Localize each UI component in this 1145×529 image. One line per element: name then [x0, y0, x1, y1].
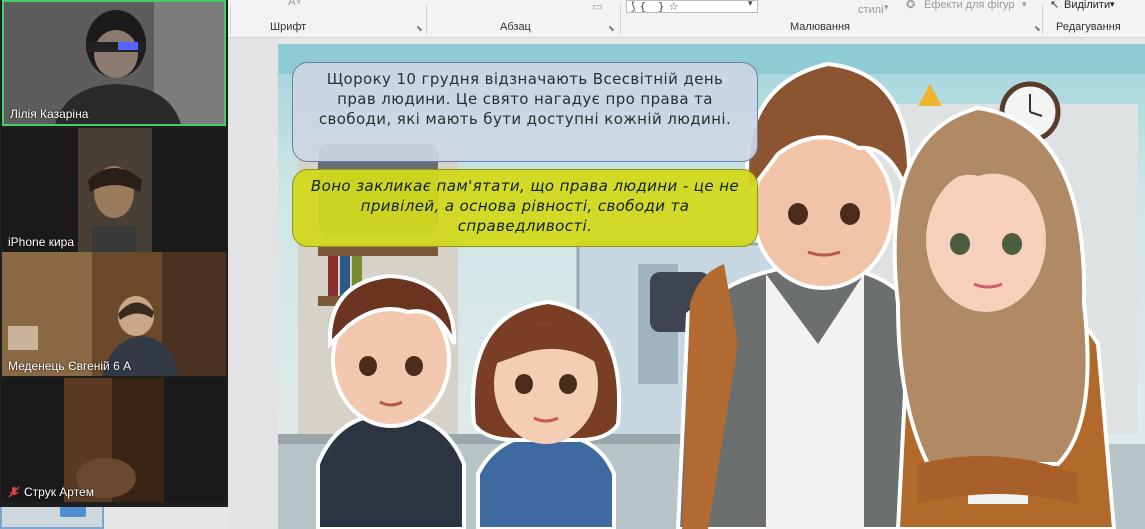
ribbon-separator	[1042, 4, 1043, 34]
participant-tile[interactable]: Лілія Казаріна	[2, 0, 226, 126]
participant-name: iPhone кира	[8, 235, 74, 249]
cursor-icon: ↖	[1050, 0, 1060, 11]
gallery-scroll-icon[interactable]: ▾	[748, 0, 753, 9]
info-callout-1[interactable]: Щороку 10 грудня відзначають Всесвітній …	[292, 62, 758, 162]
shape-effects-dropdown-icon[interactable]: ▾	[1022, 0, 1027, 10]
participant-video	[2, 378, 226, 502]
arrange-icon[interactable]: ▭	[592, 0, 602, 13]
drawing-dialog-launcher-icon[interactable]: ⬊	[1034, 24, 1041, 33]
muted-microphone-icon	[8, 486, 20, 498]
select-button[interactable]: Виділити	[1064, 0, 1110, 11]
select-dropdown-icon[interactable]: ▾	[1110, 0, 1115, 10]
participant-tile[interactable]: Струк Артем	[2, 378, 226, 502]
shape-effects-icon: ✪	[906, 0, 916, 11]
participant-name-text: Струк Артем	[24, 485, 94, 499]
ribbon-separator	[620, 4, 621, 34]
ribbon-separator	[426, 4, 427, 34]
ribbon-separator	[230, 4, 231, 34]
font-size-controls[interactable]: A˅	[288, 0, 302, 8]
participant-tile[interactable]: iPhone кира	[2, 128, 226, 252]
shapes-gallery[interactable]: ⟆{ }☆	[626, 0, 758, 13]
app-window: A˅ Шрифт ⬊ Абзац ▭ ⬊ ⟆{ }☆ ▾ Малювання с…	[0, 0, 1145, 529]
video-call-panel: Лілія Казаріна iPhone кира Меденець Євге…	[0, 0, 228, 507]
ribbon-group-paragraph: Абзац	[500, 21, 531, 33]
ribbon-group-editing: Редагування	[1056, 21, 1121, 33]
slide[interactable]: Щороку 10 грудня відзначають Всесвітній …	[278, 44, 1145, 529]
participant-tile[interactable]: Меденець Євгеній 6 А	[2, 252, 226, 376]
ribbon-group-font: Шрифт	[270, 21, 307, 33]
participant-video	[2, 128, 226, 252]
quick-styles-button[interactable]: стилі	[858, 4, 884, 16]
participant-name: Струк Артем	[8, 485, 94, 499]
paragraph-dialog-launcher-icon[interactable]: ⬊	[608, 24, 615, 33]
participant-name: Меденець Євгеній 6 А	[8, 359, 132, 373]
shape-effects-button[interactable]: Ефекти для фігур	[924, 0, 1015, 11]
participant-name: Лілія Казаріна	[10, 107, 89, 121]
ribbon-group-drawing: Малювання	[790, 21, 851, 33]
participant-video	[2, 252, 226, 376]
slide-canvas-gutter	[228, 38, 278, 529]
quick-styles-dropdown-icon[interactable]: ▾	[884, 2, 889, 13]
ribbon: A˅ Шрифт ⬊ Абзац ▭ ⬊ ⟆{ }☆ ▾ Малювання с…	[228, 0, 1145, 38]
font-dialog-launcher-icon[interactable]: ⬊	[416, 24, 423, 33]
info-callout-2[interactable]: Воно закликає пам'ятати, що права людини…	[292, 169, 758, 247]
